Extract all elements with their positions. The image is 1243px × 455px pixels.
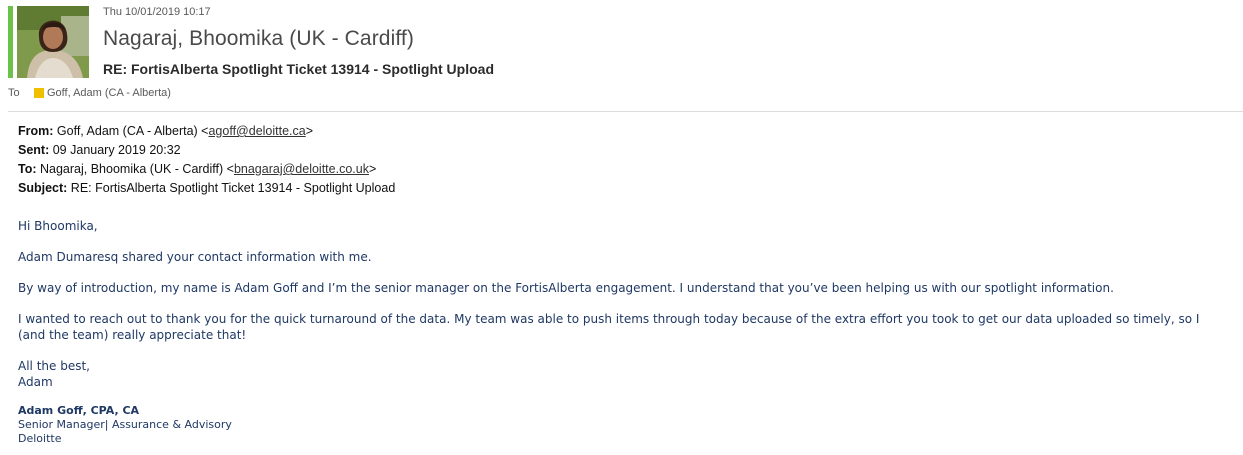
avatar-photo [17, 6, 89, 78]
signature: Adam Goff, CPA, CA Senior Manager| Assur… [18, 404, 1233, 446]
greeting: Hi Bhoomika, [18, 219, 98, 233]
sent-value: 09 January 2019 20:32 [52, 143, 181, 157]
quoted-subject: Subject: RE: FortisAlberta Spotlight Tic… [18, 179, 1233, 198]
sender-name[interactable]: Nagaraj, Bhoomika (UK - Cardiff) [103, 27, 414, 51]
message-subject: RE: FortisAlberta Spotlight Ticket 13914… [103, 61, 495, 77]
to-label: To [8, 87, 20, 99]
quoted-from: From: Goff, Adam (CA - Alberta) <agoff@d… [18, 122, 1233, 141]
quoted-to: To: Nagaraj, Bhoomika (UK - Cardiff) <bn… [18, 160, 1233, 179]
presence-status-icon [34, 88, 44, 98]
signature-company: Deloitte [18, 432, 62, 445]
signoff: All the best, Adam [18, 358, 1233, 390]
recipients-row: To Goff, Adam (CA - Alberta) [8, 87, 171, 99]
message-text: Hi Bhoomika, Adam Dumaresq shared your c… [18, 218, 1233, 390]
from-close: > [305, 124, 314, 138]
signature-title: Senior Manager| Assurance & Advisory [18, 418, 232, 431]
recipient-name: Goff, Adam (CA - Alberta) [47, 87, 171, 99]
paragraph-3-line-1: I wanted to reach out to thank you for t… [18, 312, 1200, 326]
header-divider [8, 111, 1243, 112]
paragraph-1: Adam Dumaresq shared your contact inform… [18, 250, 372, 264]
presence-indicator [8, 6, 13, 78]
paragraph-3: I wanted to reach out to thank you for t… [18, 311, 1233, 343]
paragraph-2: By way of introduction, my name is Adam … [18, 281, 1114, 295]
quoted-header: From: Goff, Adam (CA - Alberta) <agoff@d… [18, 122, 1233, 198]
subject-label: Subject: [18, 181, 68, 195]
signoff-name: Adam [18, 375, 53, 389]
to-close: > [368, 162, 377, 176]
from-email-link[interactable]: agoff@deloitte.ca [208, 124, 305, 138]
subject-value: RE: FortisAlberta Spotlight Ticket 13914… [70, 181, 396, 195]
to-header-label: To: [18, 162, 37, 176]
to-name: Nagaraj, Bhoomika (UK - Cardiff) < [40, 162, 234, 176]
paragraph-3-line-2: (and the team) really appreciate that! [18, 328, 247, 342]
signoff-text: All the best, [18, 359, 90, 373]
quoted-sent: Sent: 09 January 2019 20:32 [18, 141, 1233, 160]
recipient-chip[interactable]: Goff, Adam (CA - Alberta) [34, 87, 171, 99]
signature-name: Adam Goff, CPA, CA [18, 404, 140, 417]
to-email-link[interactable]: bnagaraj@deloitte.co.uk [234, 162, 369, 176]
from-label: From: [18, 124, 54, 138]
sent-label: Sent: [18, 143, 50, 157]
message-header: Thu 10/01/2019 10:17 Nagaraj, Bhoomika (… [0, 0, 1243, 112]
from-name: Goff, Adam (CA - Alberta) < [56, 124, 209, 138]
received-timestamp: Thu 10/01/2019 10:17 [103, 6, 211, 18]
avatar[interactable] [17, 6, 89, 78]
message-body: From: Goff, Adam (CA - Alberta) <agoff@d… [18, 122, 1233, 446]
